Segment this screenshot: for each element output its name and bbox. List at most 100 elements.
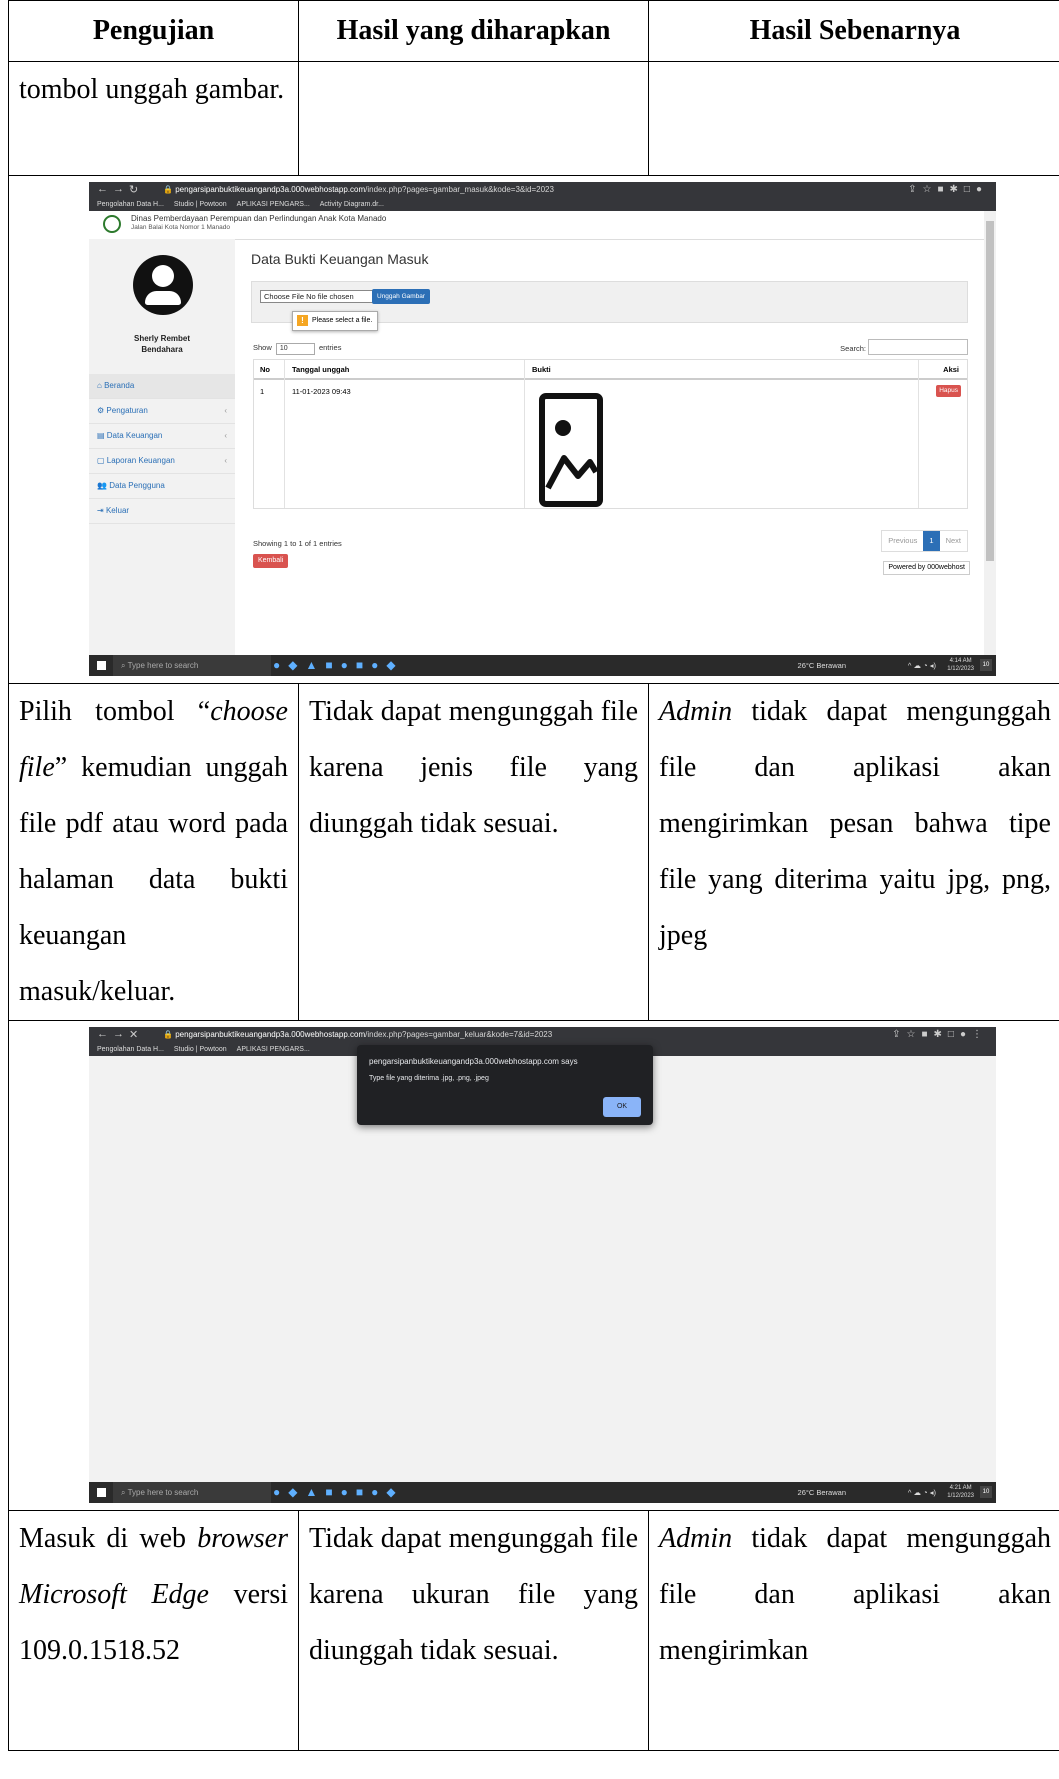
forward-icon[interactable]: →: [113, 1028, 124, 1040]
table-info: Showing 1 to 1 of 1 entries: [253, 539, 342, 548]
sidebar-item-pengaturan[interactable]: ⚙ Pengaturan ‹: [89, 399, 235, 424]
back-icon[interactable]: ←: [97, 1028, 108, 1040]
tray-icons[interactable]: ^ ☁ ◔ ◂): [908, 1482, 936, 1503]
sidebar-item-beranda[interactable]: ⌂ Beranda: [89, 374, 235, 399]
reload-icon[interactable]: ↻: [129, 183, 138, 196]
user-name: Sherly Rembet: [133, 334, 191, 343]
taskbar: ⌕ Type here to search ●◆▲■●■●◆ 26°C Bera…: [89, 1482, 996, 1503]
col-action[interactable]: Aksi: [943, 365, 959, 374]
header-row: Pengujian Hasil yang diharapkan Hasil Se…: [8, 0, 1059, 62]
bookmark-item[interactable]: Studio | Powtoon: [174, 201, 227, 208]
validation-tooltip: ! Please select a file.: [292, 311, 379, 331]
browser-toolbar-icons[interactable]: ⇪☆■✱□●⋮: [892, 1029, 988, 1040]
test-table: Pengujian Hasil yang diharapkan Hasil Se…: [8, 0, 1059, 1751]
url-path: /index.php?pages=gambar_keluar&kode=7&id…: [365, 1030, 553, 1039]
tray-icons[interactable]: ^ ☁ ◔ ◂): [908, 655, 936, 676]
forward-icon[interactable]: →: [113, 183, 124, 195]
prev-button[interactable]: Previous: [882, 531, 923, 551]
windows-start-icon[interactable]: [97, 661, 106, 670]
user-role: Bendahara: [141, 345, 183, 354]
address-bar[interactable]: 🔒 pengarsipanbuktikeuangandp3a.000webhos…: [163, 184, 813, 196]
search-input[interactable]: [868, 339, 968, 355]
col-date[interactable]: Tanggal unggah: [292, 365, 349, 374]
screenshot-row-1: ← → ↻ 🔒 pengarsipanbuktikeuangandp3a.000…: [8, 175, 1059, 684]
url-host: pengarsipanbuktikeuangandp3a.000webhosta…: [175, 185, 366, 194]
delete-button[interactable]: Hapus: [936, 385, 961, 397]
col-no[interactable]: No: [260, 365, 270, 374]
next-button[interactable]: Next: [940, 531, 967, 551]
page-title: Data Bukti Keuangan Masuk: [251, 251, 429, 267]
clock[interactable]: 4:14 AM 1/12/2023: [947, 657, 974, 673]
browser-tab-bar: ← → ✕ 🔒 pengarsipanbuktikeuangandp3a.000…: [89, 1027, 996, 1043]
browser-toolbar-icons[interactable]: ⇪☆■✱□●: [908, 184, 988, 195]
bookmark-item[interactable]: Pengolahan Data H...: [97, 201, 164, 208]
sidebar-menu: ⌂ Beranda ⚙ Pengaturan ‹ ▤ Data Keuangan ‹…: [89, 374, 235, 524]
pagination: Previous 1 Next: [881, 530, 968, 552]
sidebar-item-laporan-keuangan[interactable]: ▢ Laporan Keuangan ‹: [89, 449, 235, 474]
back-icon[interactable]: ←: [97, 183, 108, 195]
site-header: Dinas Pemberdayaan Perempuan dan Perlind…: [89, 211, 984, 240]
clock[interactable]: 4:21 AM 1/12/2023: [947, 1484, 974, 1500]
row-date: 11-01-2023 09:43: [292, 387, 351, 396]
page-length-select[interactable]: 10: [275, 343, 315, 355]
sidebar-item-keluar[interactable]: ⇥ Keluar: [89, 499, 235, 524]
row-3: Masuk di web browser Microsoft Edge vers…: [8, 1510, 1059, 1751]
screenshot-upload-page: ← → ↻ 🔒 pengarsipanbuktikeuangandp3a.000…: [89, 182, 996, 676]
address-bar[interactable]: 🔒 pengarsipanbuktikeuangandp3a.000webhos…: [163, 1029, 813, 1041]
header-actual: Hasil Sebenarnya: [648, 0, 1059, 62]
taskbar: ⌕ Type here to search ●◆▲■●■●◆ 26°C Bera…: [89, 655, 996, 676]
windows-start-icon[interactable]: [97, 1488, 106, 1497]
sidebar: Sherly Rembet Bendahara ⌂ Beranda ⚙ Peng…: [89, 239, 235, 655]
notification-icon[interactable]: 10: [980, 1486, 992, 1498]
table-header: No Tanggal unggah Bukti Aksi: [254, 360, 967, 380]
upload-image-button[interactable]: Unggah Gambar: [372, 289, 431, 304]
bookmark-item[interactable]: APLIKASI PENGARS...: [237, 1046, 310, 1053]
agency-logo-icon: [103, 215, 121, 233]
row1-test: tombol unggah gambar.: [19, 74, 285, 105]
col-proof[interactable]: Bukti: [532, 365, 551, 374]
warning-icon: !: [297, 314, 308, 326]
bookmark-item[interactable]: Activity Diagram.dr...: [320, 201, 384, 208]
screenshot-row-2: ← → ✕ 🔒 pengarsipanbuktikeuangandp3a.000…: [8, 1020, 1059, 1511]
taskbar-search[interactable]: ⌕ Type here to search: [113, 1482, 271, 1503]
scrollbar[interactable]: [984, 211, 996, 655]
powered-badge[interactable]: Powered by 000webhost: [883, 561, 970, 575]
page-button[interactable]: 1: [923, 531, 940, 551]
bookmark-item[interactable]: Pengolahan Data H...: [97, 1046, 164, 1053]
row2-test: Pilih tombol “choose file” kemudian ungg…: [19, 696, 288, 1007]
screenshot-alert-dialog: ← → ✕ 🔒 pengarsipanbuktikeuangandp3a.000…: [89, 1027, 996, 1503]
main-content: Data Bukti Keuangan Masuk Choose File No…: [245, 239, 976, 655]
taskbar-apps-icons[interactable]: ●◆▲■●■●◆: [273, 1482, 404, 1503]
dialog-message: Type file yang diterima .jpg, .png, .jpe…: [369, 1075, 489, 1082]
notification-icon[interactable]: 10: [980, 659, 992, 671]
close-icon[interactable]: ✕: [129, 1028, 138, 1041]
back-button[interactable]: Kembali: [253, 554, 289, 568]
header-pengujian: Pengujian: [8, 0, 299, 62]
weather[interactable]: 26°C Berawan: [798, 1482, 846, 1503]
url-path: /index.php?pages=gambar_masuk&kode=3&id=…: [365, 185, 554, 194]
file-input[interactable]: Choose File No file chosen: [260, 290, 373, 303]
url-host: pengarsipanbuktikeuangandp3a.000webhosta…: [175, 1030, 366, 1039]
bookmark-item[interactable]: APLIKASI PENGARS...: [237, 201, 310, 208]
weather[interactable]: 26°C Berawan: [798, 655, 846, 676]
row-2: Pilih tombol “choose file” kemudian ungg…: [8, 683, 1059, 1021]
page-length: Show 10 entries: [253, 343, 341, 355]
avatar: [133, 255, 193, 315]
taskbar-apps-icons[interactable]: ●◆▲■●■●◆: [273, 655, 404, 676]
site-address: Jalan Balai Kota Nomor 1 Manado: [131, 224, 231, 231]
site-title: Dinas Pemberdayaan Perempuan dan Perlind…: [131, 214, 387, 223]
bookmarks-bar: Pengolahan Data H... Studio | Powtoon AP…: [89, 198, 996, 211]
row-no: 1: [260, 387, 265, 396]
taskbar-search[interactable]: ⌕ Type here to search: [113, 655, 271, 676]
bookmark-item[interactable]: Studio | Powtoon: [174, 1046, 227, 1053]
dialog-title: pengarsipanbuktikeuangandp3a.000webhosta…: [369, 1057, 578, 1066]
sidebar-item-data-pengguna[interactable]: 👥 Data Pengguna: [89, 474, 235, 499]
header-expected: Hasil yang diharapkan: [298, 0, 649, 62]
row2-expected: Tidak dapat mengunggah file karena jenis…: [309, 696, 638, 839]
sidebar-item-data-keuangan[interactable]: ▤ Data Keuangan ‹: [89, 424, 235, 449]
row3-test: Masuk di web browser Microsoft Edge vers…: [19, 1523, 288, 1666]
upload-panel: Choose File No file chosen Unggah Gambar…: [251, 281, 968, 331]
ok-button[interactable]: OK: [603, 1097, 641, 1117]
data-table: No Tanggal unggah Bukti Aksi 1 11-01-202…: [253, 359, 968, 509]
row3-expected: Tidak dapat mengunggah file karena ukura…: [309, 1523, 638, 1666]
